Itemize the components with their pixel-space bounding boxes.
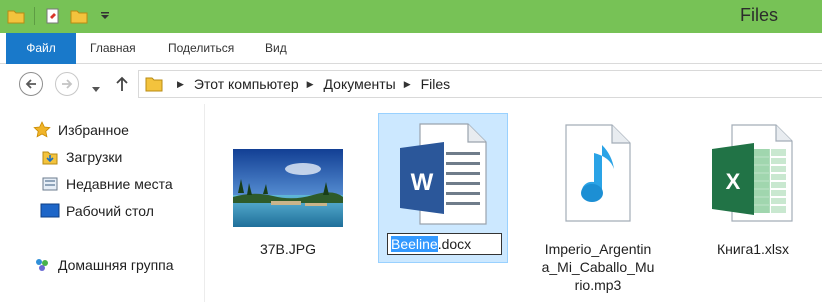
quick-access-toolbar: [6, 6, 121, 26]
window-title: Files: [739, 5, 778, 25]
recent-locations-dropdown[interactable]: [92, 81, 100, 96]
navigation-pane: Избранное Загрузки Недавние места Рабочи…: [0, 104, 205, 302]
rename-selected-text[interactable]: Beeline: [391, 236, 438, 252]
ribbon-tabs: Файл Главная Поделиться Вид: [0, 33, 822, 64]
file-tile-docx[interactable]: W Beeline.docx: [378, 113, 508, 263]
file-tile-image[interactable]: 37B.JPG: [223, 113, 353, 263]
svg-text:X: X: [726, 169, 741, 194]
up-button[interactable]: [114, 75, 130, 96]
file-name-line: rio.mp3: [574, 277, 622, 293]
new-folder-icon[interactable]: [69, 6, 89, 26]
file-name: 37B.JPG: [259, 241, 317, 257]
breadcrumb-documents[interactable]: Документы ▶: [324, 76, 421, 92]
rename-field[interactable]: Beeline.docx: [387, 233, 502, 255]
chevron-down-icon: [92, 87, 100, 92]
recent-places-icon: [40, 175, 60, 193]
nav-item-label: Недавние места: [66, 176, 173, 192]
nav-item-favorites[interactable]: Избранное: [32, 121, 129, 139]
pane-divider[interactable]: [204, 104, 205, 302]
breadcrumb-label[interactable]: Документы: [324, 76, 396, 92]
breadcrumb-separator-icon[interactable]: ▶: [307, 79, 314, 90]
toolbar-separator: [34, 7, 35, 25]
forward-button[interactable]: [55, 72, 79, 96]
breadcrumb-label[interactable]: Этот компьютер: [194, 76, 299, 92]
breadcrumb-files[interactable]: Files: [421, 76, 451, 92]
back-arrow-icon: [25, 79, 36, 89]
nav-item-recent-places[interactable]: Недавние места: [40, 175, 173, 193]
nav-item-downloads[interactable]: Загрузки: [40, 148, 122, 166]
back-button[interactable]: [19, 72, 43, 96]
breadcrumb-label[interactable]: Files: [421, 76, 451, 92]
address-bar[interactable]: ▶ Этот компьютер ▶ Документы ▶ Files: [138, 70, 822, 98]
nav-item-homegroup[interactable]: Домашняя группа: [32, 256, 174, 274]
word-document-icon: W: [400, 123, 487, 225]
homegroup-icon: [32, 256, 52, 274]
file-name-line: a_Mi_Caballo_Mu: [541, 259, 655, 275]
rename-extension-text[interactable]: .docx: [438, 236, 471, 252]
music-file-icon: [565, 124, 631, 222]
breadcrumb-this-pc[interactable]: Этот компьютер ▶: [194, 76, 324, 92]
nav-item-label: Избранное: [58, 122, 129, 138]
file-tile-mp3[interactable]: Imperio_Argentin a_Mi_Caballo_Mu rio.mp3: [533, 113, 663, 293]
navigation-bar: ▶ Этот компьютер ▶ Документы ▶ Files: [0, 64, 822, 104]
file-tile-xlsx[interactable]: X Книга1.xlsx: [688, 113, 818, 263]
breadcrumb-separator-icon[interactable]: ▶: [404, 79, 411, 90]
tab-view[interactable]: Вид: [265, 33, 287, 64]
nav-item-label: Загрузки: [66, 149, 123, 165]
location-folder-icon: [145, 76, 163, 92]
tab-home[interactable]: Главная: [90, 33, 136, 64]
downloads-folder-icon: [40, 148, 60, 166]
star-icon: [32, 121, 52, 139]
up-arrow-icon: [116, 76, 128, 91]
nav-item-desktop[interactable]: Рабочий стол: [40, 202, 154, 220]
folder-icon[interactable]: [6, 6, 26, 26]
tab-file[interactable]: Файл: [6, 33, 76, 64]
file-name: Книга1.xlsx: [716, 241, 790, 257]
image-thumbnail: [233, 149, 343, 227]
properties-icon[interactable]: [43, 6, 63, 26]
svg-text:W: W: [411, 169, 434, 196]
nav-item-label: Рабочий стол: [66, 203, 154, 219]
breadcrumb-separator-icon[interactable]: ▶: [177, 79, 184, 90]
tab-share[interactable]: Поделиться: [168, 33, 234, 64]
nav-item-label: Домашняя группа: [58, 257, 174, 273]
forward-arrow-icon: [62, 79, 73, 89]
desktop-icon: [40, 202, 60, 220]
customize-dropdown-icon[interactable]: [95, 6, 115, 26]
excel-workbook-icon: X: [712, 124, 793, 222]
file-name-line: Imperio_Argentin: [544, 241, 652, 257]
title-bar: Files: [0, 0, 822, 33]
